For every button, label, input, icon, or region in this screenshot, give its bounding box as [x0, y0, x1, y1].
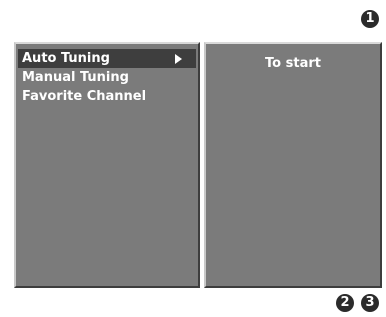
arrow-right-icon [175, 54, 182, 64]
menu-item-auto-tuning[interactable]: Auto Tuning [18, 49, 196, 68]
hint-text: To start [265, 56, 321, 71]
step-badge-2: 2 [336, 294, 354, 312]
step-badge-3: 3 [361, 294, 379, 312]
menu-item-label: Auto Tuning [22, 51, 110, 66]
menu-item-favorite-channel[interactable]: Favorite Channel [18, 87, 196, 106]
info-panel: To start [204, 42, 382, 288]
menu-item-label: Favorite Channel [22, 89, 147, 104]
screen: 1 Auto Tuning Manual Tuning Favorite Cha… [0, 0, 386, 317]
step-badge-1: 1 [361, 10, 379, 28]
menu-item-label: Manual Tuning [22, 70, 129, 85]
menu-panel: Auto Tuning Manual Tuning Favorite Chann… [14, 42, 200, 288]
menu-list: Auto Tuning Manual Tuning Favorite Chann… [16, 44, 198, 106]
menu-item-manual-tuning[interactable]: Manual Tuning [18, 68, 196, 87]
